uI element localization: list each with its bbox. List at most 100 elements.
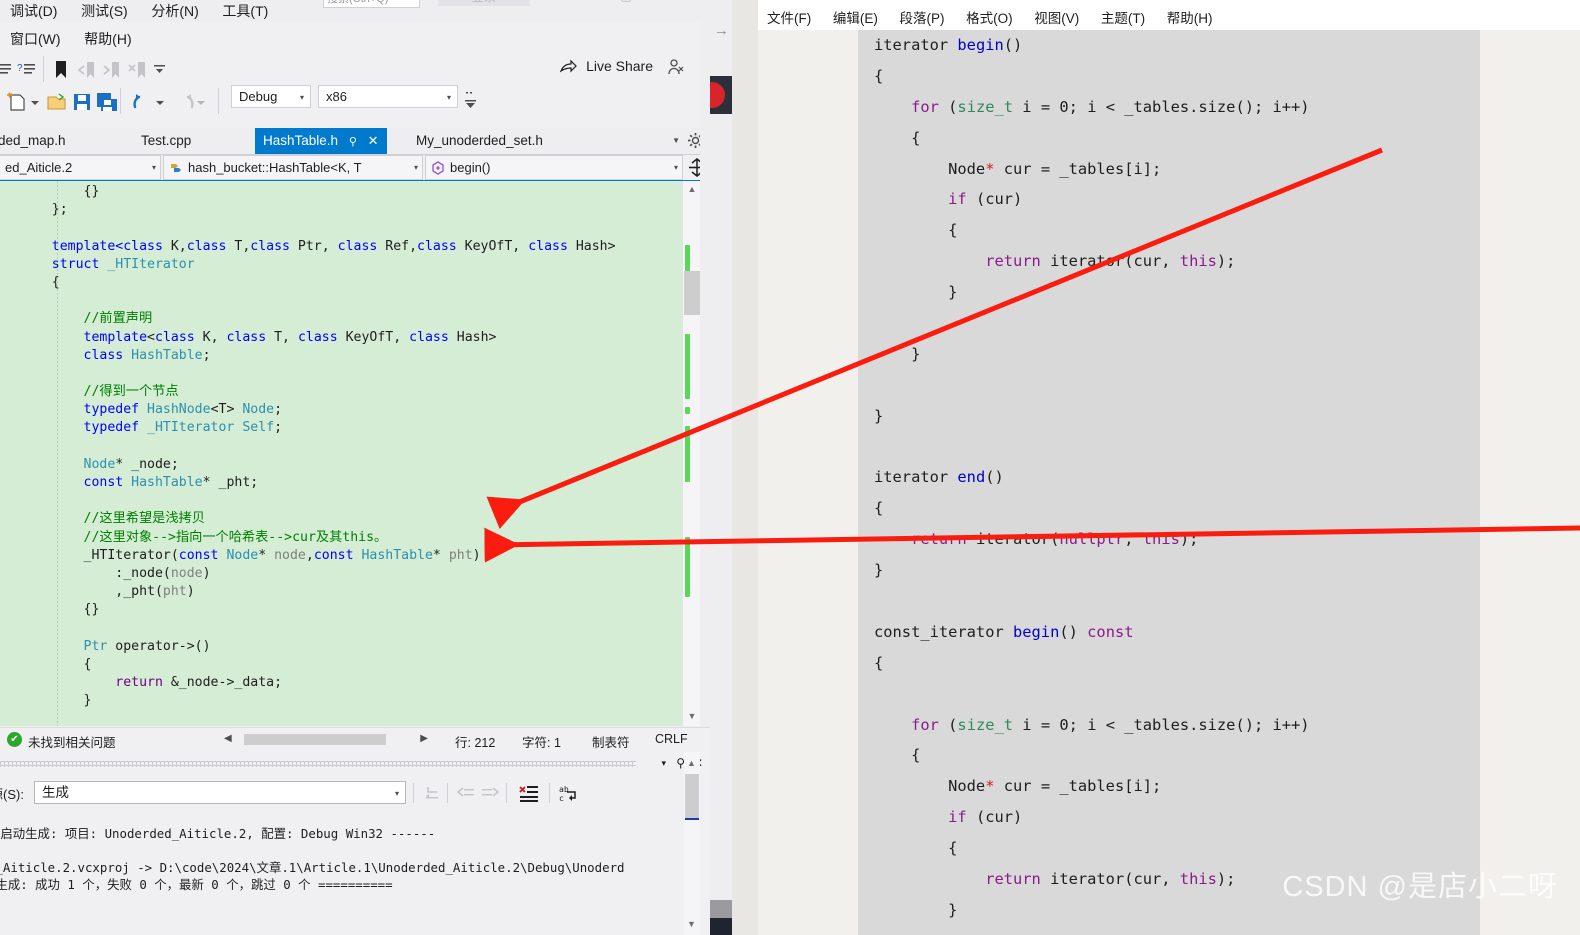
- code-line: Node* cur = _tables[i];: [874, 159, 1162, 178]
- tab-hashtable-h[interactable]: HashTable.h ⚲ ✕: [255, 128, 387, 154]
- menu-item-help[interactable]: 帮助(H): [74, 26, 141, 52]
- code-line: Node* cur = _tables[i];: [874, 777, 1162, 796]
- clear-all-icon[interactable]: [518, 784, 538, 802]
- menu-item-analyze[interactable]: 分析(N): [141, 0, 208, 24]
- menu-item-format[interactable]: 格式(O): [957, 8, 1022, 30]
- scroll-right-icon[interactable]: ▶: [420, 733, 428, 744]
- code-line: {: [20, 274, 60, 290]
- nav-project-combo[interactable]: ed_Aiticle.2 ▾: [0, 155, 161, 180]
- previous-message-icon: [456, 784, 476, 802]
- rail-block-grey: [710, 900, 732, 918]
- tab-ded-map-h[interactable]: ded_map.h: [0, 128, 74, 154]
- menu-item-view[interactable]: 视图(V): [1025, 8, 1088, 30]
- code-line: return iterator(nullptr, this);: [874, 530, 1199, 549]
- chevron-down-icon: ▾: [673, 163, 678, 172]
- expand-arrow-icon[interactable]: →: [714, 22, 729, 39]
- go-to-message-icon: [423, 784, 443, 802]
- toolbar-overflow-icon[interactable]: [152, 62, 174, 84]
- solution-configuration-combo[interactable]: Debug ▾: [231, 85, 311, 108]
- output-vertical-scrollbar[interactable]: ▲ ▼: [684, 752, 700, 935]
- bookmark-icon[interactable]: [50, 58, 72, 80]
- undo-icon[interactable]: [131, 90, 153, 112]
- account-icon[interactable]: [667, 58, 685, 79]
- scrollbar-thumb[interactable]: [684, 271, 700, 315]
- pin-icon[interactable]: ⚲: [349, 136, 357, 148]
- rail-block-dark: [710, 918, 732, 935]
- tab-my-unoderded-set-h[interactable]: My_unoderded_set.h: [408, 128, 551, 154]
- menu-item-debug[interactable]: 调试(D): [0, 0, 67, 24]
- clear-bookmarks-icon: [126, 58, 148, 80]
- tab-overflow-chevron-icon[interactable]: ▼: [672, 136, 680, 145]
- nav-type-combo[interactable]: hash_bucket::HashTable<K, T ▾: [163, 155, 423, 180]
- menu-item-window[interactable]: 窗口(W): [0, 26, 71, 52]
- code-line: ,_pht(pht): [20, 584, 195, 600]
- scroll-up-icon[interactable]: ▲: [686, 184, 698, 196]
- toggle-word-wrap-icon[interactable]: ab c: [559, 784, 579, 803]
- menu-item-test[interactable]: 测试(S): [71, 0, 138, 24]
- chevron-down-icon[interactable]: ▾: [661, 758, 666, 769]
- menu-item-paragraph[interactable]: 段落(P): [891, 8, 954, 30]
- editor-status-bar: ✔ 未找到相关问题 ◀ ▶ 行: 212 字符: 1 制表符 CRLF: [0, 727, 710, 753]
- scrollbar-thumb[interactable]: [685, 774, 699, 818]
- code-line: return &_node->_data;: [20, 675, 283, 691]
- save-icon[interactable]: [70, 90, 92, 112]
- new-project-dropdown-icon[interactable]: [30, 95, 40, 117]
- code-line: {: [874, 746, 921, 765]
- svg-text:?: ?: [17, 63, 23, 74]
- vs-search-input[interactable]: 搜索(Ctrl+Q) ▾: [323, 0, 420, 8]
- panel-drag-grip[interactable]: [0, 761, 636, 767]
- code-line: return iterator(cur, this);: [874, 870, 1236, 889]
- scroll-left-icon[interactable]: ◀: [224, 733, 232, 744]
- window-maximize-button[interactable]: ▢: [620, 0, 632, 4]
- menu-item-help[interactable]: 帮助(H): [1158, 8, 1222, 30]
- collapsed-tool-window-rail[interactable]: →: [710, 0, 733, 935]
- toolbar-options-icon[interactable]: [463, 90, 485, 112]
- output-panel-header: ▾ ⚲ ✕: [0, 752, 710, 776]
- code-line: typedef HashNode<T> Node;: [20, 402, 283, 418]
- change-marker: [685, 334, 690, 399]
- close-icon[interactable]: ✕: [368, 133, 379, 148]
- solution-platform-combo[interactable]: x86 ▾: [318, 85, 458, 108]
- save-all-icon[interactable]: [95, 90, 117, 112]
- uncomment-lines-icon[interactable]: ?: [16, 58, 38, 80]
- window-close-button[interactable]: ✕: [681, 0, 692, 4]
- toolbar-separator-3: [218, 88, 219, 114]
- hscrollbar-thumb[interactable]: [244, 734, 386, 745]
- menu-item-theme[interactable]: 主题(T): [1092, 8, 1154, 30]
- comment-lines-icon[interactable]: [0, 58, 14, 80]
- output-source-combo[interactable]: 生成 ▾: [34, 781, 406, 804]
- menu-item-file[interactable]: 文件(F): [758, 8, 820, 30]
- open-file-icon[interactable]: [45, 90, 67, 112]
- editor-horizontal-scrollbar[interactable]: ◀ ▶: [222, 731, 430, 748]
- no-issues-icon: ✔: [7, 732, 22, 747]
- scroll-down-icon[interactable]: ▼: [686, 711, 698, 723]
- new-project-icon[interactable]: [5, 90, 27, 112]
- tab-label: HashTable.h: [263, 133, 339, 148]
- live-share-button[interactable]: Live Share: [559, 58, 653, 76]
- scroll-down-icon[interactable]: ▼: [687, 919, 696, 929]
- vs-signin-button[interactable]: 登录: [438, 0, 530, 6]
- code-line: template<class K, class T, class KeyOfT,…: [20, 329, 497, 345]
- next-message-icon: [480, 784, 500, 802]
- nav-member-combo[interactable]: begin() ▾: [425, 155, 683, 180]
- screen-root: 搜索(Ctrl+Q) ▾ 登录 ▢ ✕ 调试(D) 测试(S) 分析(N) 工具…: [0, 0, 1580, 935]
- change-marker: [685, 426, 690, 482]
- tab-test-cpp[interactable]: Test.cpp: [133, 128, 199, 154]
- menu-item-tools[interactable]: 工具(T): [212, 0, 278, 24]
- class-icon: [168, 160, 184, 176]
- code-line: Node* _node;: [20, 456, 179, 472]
- scroll-up-icon[interactable]: ▲: [687, 758, 696, 768]
- output-panel-toolbar: 源(S): 生成 ▾: [0, 778, 710, 808]
- editor-vertical-scrollbar[interactable]: ▲ ▼: [682, 181, 701, 726]
- code-line: //这里希望是浅拷贝: [20, 511, 205, 527]
- undo-dropdown-icon[interactable]: [155, 95, 165, 117]
- taskbar-app-icon-partial[interactable]: [710, 76, 732, 114]
- code-editor-hashtable[interactable]: {} }; template<class K,class T,class Ptr…: [0, 181, 688, 726]
- menu-item-edit[interactable]: 编辑(E): [824, 8, 887, 30]
- code-line: }: [20, 693, 92, 709]
- code-line: {: [874, 128, 921, 147]
